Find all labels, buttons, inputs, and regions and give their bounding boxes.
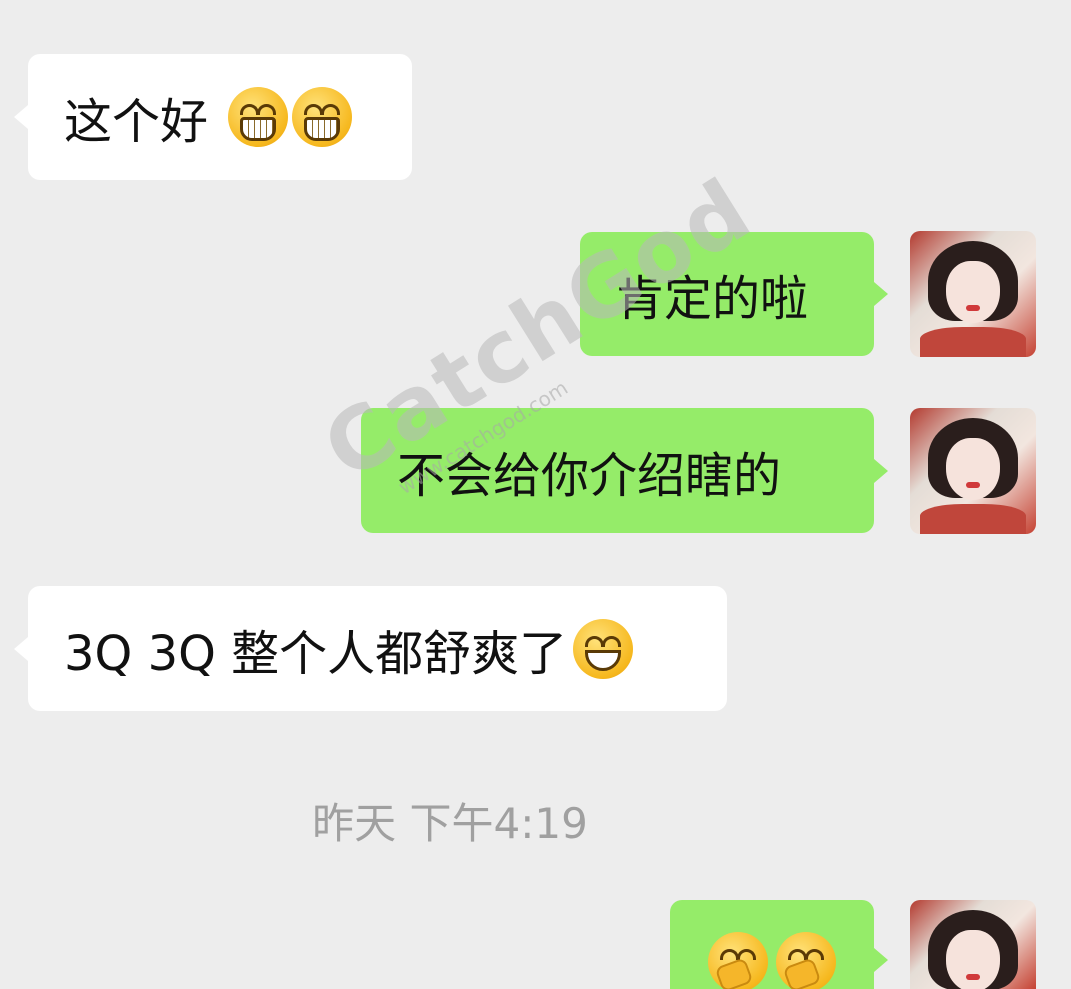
- message-bubble-outgoing[interactable]: 不会给你介绍瞎的: [361, 408, 874, 533]
- grin-emoji-icon: [228, 87, 289, 147]
- message-bubble-outgoing[interactable]: 肯定的啦: [580, 232, 874, 356]
- message-text: 3Q 3Q 整个人都舒爽了: [64, 625, 568, 682]
- message-bubble-incoming[interactable]: 3Q 3Q 整个人都舒爽了: [28, 586, 727, 711]
- message-bubble-incoming[interactable]: 这个好: [28, 54, 412, 180]
- message-text: 不会给你介绍瞎的: [397, 447, 782, 504]
- avatar[interactable]: [910, 231, 1036, 357]
- grin-emoji-icon: [292, 87, 353, 147]
- chat-window[interactable]: 这个好 肯定的啦 不会给你介绍瞎的 3Q 3Q 整个人都舒爽了 昨天 下午4:1…: [0, 0, 1071, 989]
- avatar[interactable]: [910, 900, 1036, 989]
- smile-emoji-icon: [573, 618, 634, 679]
- face-palm-emoji-icon: [776, 932, 836, 989]
- message-text: 肯定的啦: [616, 271, 809, 327]
- message-timestamp: 昨天 下午4:19: [312, 799, 588, 848]
- face-palm-emoji-icon: [708, 932, 768, 989]
- message-bubble-outgoing[interactable]: [670, 900, 874, 989]
- message-text: 这个好: [64, 94, 209, 150]
- avatar[interactable]: [910, 408, 1036, 534]
